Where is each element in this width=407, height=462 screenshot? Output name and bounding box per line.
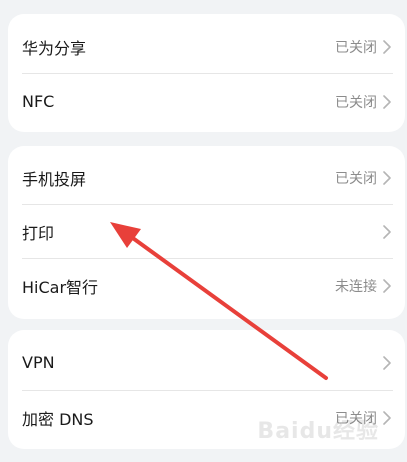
- settings-group-sharing: 华为分享 已关闭 NFC 已关闭: [8, 14, 405, 132]
- settings-item-label: HiCar智行: [22, 277, 99, 297]
- settings-item-status: 已关闭: [335, 94, 377, 111]
- watermark-logo: Baidu经验: [257, 419, 379, 444]
- settings-item-vpn[interactable]: VPN: [8, 335, 405, 390]
- settings-item-status: 未连接: [335, 278, 377, 295]
- settings-item-status: 已关闭: [335, 170, 377, 187]
- settings-item-label: VPN: [22, 353, 55, 372]
- chevron-right-icon: [383, 39, 391, 54]
- settings-item-label: 手机投屏: [22, 169, 87, 189]
- settings-item-print[interactable]: 打印: [8, 204, 405, 259]
- chevron-right-icon: [383, 224, 391, 239]
- settings-item-nfc[interactable]: NFC 已关闭: [8, 74, 405, 129]
- settings-item-hicar[interactable]: HiCar智行 未连接: [8, 258, 405, 313]
- settings-item-huawei-share[interactable]: 华为分享 已关闭: [8, 19, 405, 74]
- chevron-right-icon: [383, 278, 391, 293]
- settings-item-label: 打印: [22, 223, 55, 243]
- settings-group-connection: 手机投屏 已关闭 打印 HiCar智行 未连接: [8, 146, 405, 319]
- chevron-right-icon: [383, 170, 391, 185]
- settings-item-label: 华为分享: [22, 38, 87, 58]
- settings-item-label: NFC: [22, 92, 55, 111]
- chevron-right-icon: [383, 410, 391, 425]
- settings-item-screen-projection[interactable]: 手机投屏 已关闭: [8, 150, 405, 205]
- settings-item-label: 加密 DNS: [22, 409, 94, 429]
- settings-item-status: 已关闭: [335, 39, 377, 56]
- chevron-right-icon: [383, 355, 391, 370]
- chevron-right-icon: [383, 94, 391, 109]
